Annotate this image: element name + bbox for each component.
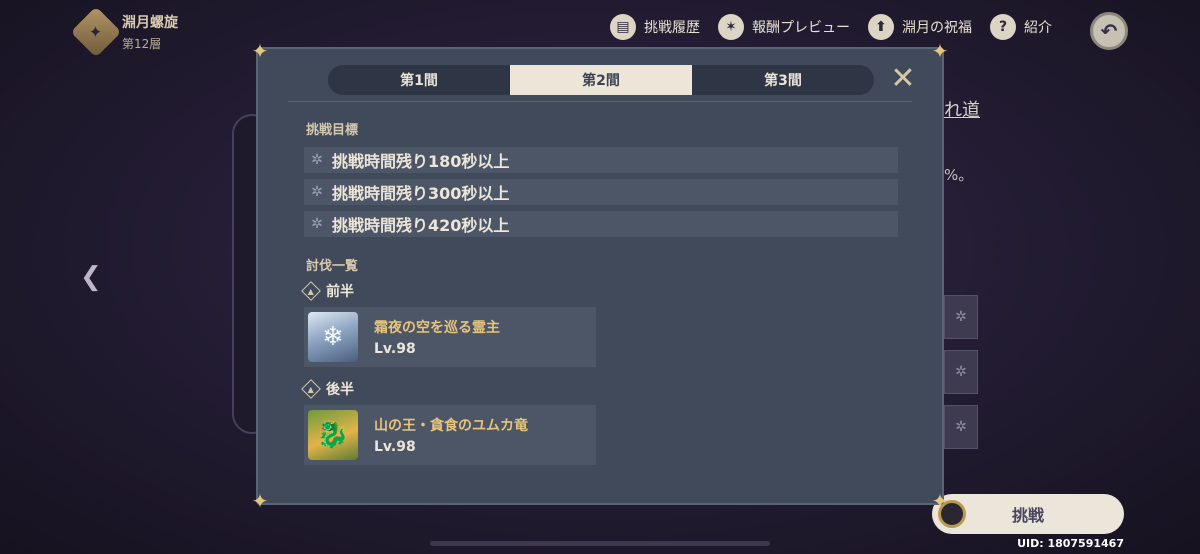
- nav-label: 紹介: [1024, 20, 1052, 36]
- ice-spirit-portrait-icon: ❄: [308, 312, 358, 362]
- second-half-label: ▲ 後半: [301, 379, 354, 399]
- background-percent-text: %。: [944, 166, 974, 184]
- corner-ornament-icon: ✦: [251, 39, 269, 63]
- previous-arrow-icon[interactable]: ❮: [80, 262, 102, 292]
- objective-text: 挑戦時間残り420秒以上: [332, 216, 510, 235]
- enemy-name: 霜夜の空を巡る霊主: [374, 320, 500, 336]
- top-nav: ▤ 挑戦履歴 ✶ 報酬プレビュー ⬆ 淵月の祝福 ? 紹介: [610, 14, 1052, 40]
- nav-introduction[interactable]: ? 紹介: [990, 14, 1052, 40]
- objective-text: 挑戦時間残り180秒以上: [332, 152, 510, 171]
- floor-header: ✦ 淵月螺旋 第12層: [70, 6, 178, 58]
- nav-challenge-history[interactable]: ▤ 挑戦履歴: [610, 14, 700, 40]
- diamond-icon: ▲: [301, 281, 321, 301]
- background-slot: ✲: [944, 295, 978, 339]
- star-icon: ✲: [311, 184, 323, 200]
- tab-chamber-2[interactable]: 第2間: [510, 65, 692, 95]
- background-route-text: れ道: [944, 100, 980, 121]
- enemy-level: Lv.98: [374, 439, 416, 455]
- diamond-icon: ▲: [301, 379, 321, 399]
- objectives-title: 挑戦目標: [306, 123, 359, 138]
- tab-chamber-1[interactable]: 第1間: [328, 65, 510, 95]
- dragon-portrait-icon: 🐉: [308, 410, 358, 460]
- half-label-text: 前半: [326, 284, 354, 300]
- background-slot: ✲: [944, 350, 978, 394]
- close-icon[interactable]: ✕: [888, 64, 918, 94]
- floor-title: 淵月螺旋: [122, 15, 178, 31]
- nav-reward-preview[interactable]: ✶ 報酬プレビュー: [718, 14, 850, 40]
- abyss-emblem-icon: ✦: [70, 6, 122, 58]
- background-slot: ✲: [944, 405, 978, 449]
- enemies-title: 討伐一覧: [306, 259, 359, 274]
- nav-label: 淵月の祝福: [902, 20, 972, 36]
- floor-subtitle: 第12層: [122, 37, 162, 51]
- divider: [288, 101, 912, 102]
- nav-label: 挑戦履歴: [644, 20, 700, 36]
- back-arrow-icon: ↶: [1100, 19, 1118, 43]
- corner-ornament-icon: ✦: [931, 39, 949, 63]
- objective-text: 挑戦時間残り300秒以上: [332, 184, 510, 203]
- back-button[interactable]: ↶: [1090, 12, 1128, 50]
- star-badge-icon: ✶: [718, 14, 744, 40]
- tab-chamber-3[interactable]: 第3間: [692, 65, 874, 95]
- home-indicator[interactable]: [430, 541, 770, 546]
- corner-ornament-icon: ✦: [931, 489, 949, 513]
- first-half-label: ▲ 前半: [301, 281, 354, 301]
- upload-icon: ⬆: [868, 14, 894, 40]
- chamber-tabs: 第1間 第2間 第3間: [328, 65, 874, 95]
- book-icon: ▤: [610, 14, 636, 40]
- enemy-card[interactable]: 🐉 山の王・貪食のユムカ竜 Lv.98: [304, 405, 596, 465]
- star-icon: ✲: [311, 152, 323, 168]
- objective-row: ✲ 挑戦時間残り180秒以上: [304, 147, 898, 173]
- help-icon: ?: [990, 14, 1016, 40]
- challenge-button-label: 挑戦: [1011, 506, 1044, 525]
- star-icon: ✲: [311, 216, 323, 232]
- uid-label: UID: 1807591467: [1017, 537, 1124, 550]
- challenge-button[interactable]: 挑戦: [932, 494, 1124, 534]
- objective-row: ✲ 挑戦時間残り420秒以上: [304, 211, 898, 237]
- objective-row: ✲ 挑戦時間残り300秒以上: [304, 179, 898, 205]
- enemy-level: Lv.98: [374, 341, 416, 357]
- enemy-name: 山の王・貪食のユムカ竜: [374, 418, 528, 434]
- nav-label: 報酬プレビュー: [752, 20, 850, 36]
- half-label-text: 後半: [326, 382, 354, 398]
- nav-blessing[interactable]: ⬆ 淵月の祝福: [868, 14, 972, 40]
- corner-ornament-icon: ✦: [251, 489, 269, 513]
- chamber-detail-modal: ✦ ✦ ✦ ✦ 第1間 第2間 第3間 ✕ 挑戦目標 ✲ 挑戦時間残り180秒以…: [252, 41, 949, 511]
- enemy-card[interactable]: ❄ 霜夜の空を巡る霊主 Lv.98: [304, 307, 596, 367]
